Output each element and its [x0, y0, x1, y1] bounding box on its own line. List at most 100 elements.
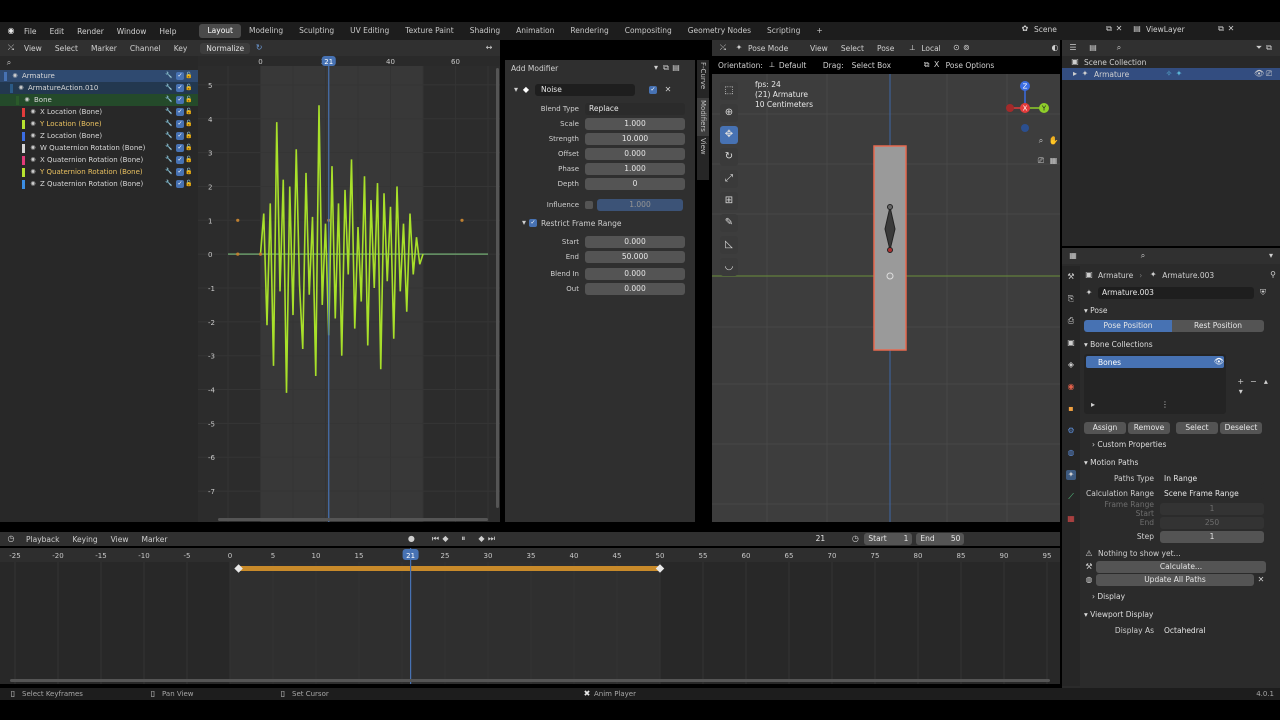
blend-type-select[interactable]: Replace	[585, 102, 685, 115]
add-collection-icon[interactable]: +	[1236, 377, 1246, 387]
expand-icon[interactable]: ▾	[511, 85, 521, 95]
eye-icon[interactable]: ◉	[28, 155, 38, 165]
pose-options-dropdown[interactable]: Pose Options	[946, 61, 995, 70]
remove-button[interactable]: Remove	[1128, 422, 1170, 434]
anim-player-icon[interactable]: ✖	[582, 689, 592, 699]
add-workspace-button[interactable]: +	[808, 24, 830, 38]
eye-icon[interactable]: ◉	[16, 83, 26, 93]
rest-position-button[interactable]: Rest Position	[1172, 320, 1264, 332]
snap-icon[interactable]: ⊙	[951, 43, 961, 53]
graph-area[interactable]: 543210-1-2-3-4-5-6-7020406021	[198, 56, 500, 522]
close-scene-icon[interactable]: ✕	[1114, 24, 1124, 34]
expand-icon[interactable]: ▸	[1070, 69, 1080, 79]
new-viewlayer-icon[interactable]: ⧉	[1216, 24, 1226, 34]
workspace-tab-compositing[interactable]: Compositing	[617, 24, 680, 38]
eye-icon[interactable]: ◉	[28, 167, 38, 177]
viewport-display-header[interactable]: ▾ Viewport Display	[1084, 608, 1278, 622]
channel-row[interactable]: ◉ Z Location (Bone) 🔧 ✓ 🔓	[0, 130, 198, 142]
pan-hand-icon[interactable]: ✋	[1049, 136, 1059, 146]
copy-modifiers-icon[interactable]: ⧉	[661, 63, 671, 73]
timeline-canvas[interactable]: -25 -20 -15 -10 -5 0 5 10 15 25 30 35 40 45 50 55 60 65 70…	[0, 548, 1060, 684]
eye-icon[interactable]: ◉	[28, 179, 38, 189]
menu-window[interactable]: Window	[117, 27, 147, 36]
workspace-tab-geometry-nodes[interactable]: Geometry Nodes	[680, 24, 759, 38]
keyframe-point[interactable]	[258, 252, 263, 256]
remove-modifier-icon[interactable]: ✕	[663, 85, 673, 95]
close-viewlayer-icon[interactable]: ✕	[1226, 24, 1236, 34]
mute-checkbox[interactable]: ✓	[176, 132, 184, 140]
drag-dropdown[interactable]: Select Box	[852, 61, 912, 70]
mute-checkbox[interactable]: ✓	[176, 144, 184, 152]
paths-type-select[interactable]: In Range	[1160, 472, 1264, 485]
channel-row[interactable]: ◉ Bone 🔧 ✓ 🔓	[0, 94, 198, 106]
move-tool[interactable]: ✥	[720, 126, 738, 144]
start-frame-field[interactable]: Start 1	[864, 533, 913, 545]
lock-icon[interactable]: 🔓	[184, 155, 194, 165]
graph-menu-key[interactable]: Key	[174, 44, 188, 53]
custom-props-header[interactable]: › Custom Properties	[1084, 438, 1278, 452]
swap-icon[interactable]: ↔	[484, 43, 494, 53]
camera-render-icon[interactable]: ⎚	[1264, 69, 1274, 79]
visibility-icon[interactable]: ◐	[1050, 43, 1060, 53]
scale-tool[interactable]: ⤢	[720, 170, 738, 188]
object-tab-icon[interactable]: ▪	[1066, 404, 1076, 414]
transform-tool[interactable]: ⊞	[720, 192, 738, 210]
bend-tool[interactable]: ◡	[720, 258, 738, 276]
deselect-button[interactable]: Deselect	[1220, 422, 1262, 434]
new-collection-icon[interactable]: ⧉	[1264, 43, 1274, 53]
modifier-prop-field[interactable]: 1.000	[585, 162, 685, 175]
view-layer-tab-icon[interactable]: ▣	[1066, 338, 1076, 348]
horizontal-scrollbar[interactable]	[218, 518, 488, 521]
menu-render[interactable]: Render	[77, 27, 104, 36]
workspace-tab-texture-paint[interactable]: Texture Paint	[397, 24, 461, 38]
datablock-icon[interactable]: ✦	[1084, 288, 1094, 298]
graph-menu-view[interactable]: View	[24, 44, 42, 53]
lock-icon[interactable]: 🔓	[184, 95, 194, 105]
mute-checkbox[interactable]: ✓	[176, 108, 184, 116]
vp-menu-pose[interactable]: Pose	[877, 44, 894, 53]
workspace-tab-sculpting[interactable]: Sculpting	[291, 24, 342, 38]
scene-tab-icon[interactable]: ◈	[1066, 360, 1076, 370]
vertical-scrollbar[interactable]	[496, 68, 499, 508]
mute-checkbox[interactable]: ✓	[176, 156, 184, 164]
graph-menu-marker[interactable]: Marker	[91, 44, 117, 53]
modifier-toggle-icon[interactable]: 🔧	[164, 107, 174, 117]
lock-icon[interactable]: 🔓	[184, 179, 194, 189]
lock-icon[interactable]: 🔓	[184, 143, 194, 153]
mute-checkbox[interactable]: ✓	[176, 168, 184, 176]
timeline-editor-icon[interactable]: ◷	[6, 534, 16, 544]
add-modifier-dropdown[interactable]: Add Modifier	[511, 64, 651, 73]
tl-menu-keying[interactable]: Keying	[72, 535, 97, 544]
tl-menu-marker[interactable]: Marker	[141, 535, 167, 544]
eye-icon[interactable]: ◉	[28, 107, 38, 117]
normalize-toggle[interactable]: Normalize	[200, 42, 251, 54]
lock-icon[interactable]: 🔓	[184, 119, 194, 129]
new-scene-icon[interactable]: ⧉	[1104, 24, 1114, 34]
keyframe-hold-bar[interactable]	[238, 566, 660, 571]
modifier-toggle-icon[interactable]: 🔧	[164, 131, 174, 141]
list-expand-icon[interactable]: ▸	[1088, 400, 1098, 410]
tl-menu-view[interactable]: View	[111, 535, 129, 544]
eye-icon[interactable]: ◉	[22, 95, 32, 105]
annotate-tool[interactable]: ✎	[720, 214, 738, 232]
scene-icon[interactable]: ✿	[1020, 24, 1030, 34]
modifier-toggle-icon[interactable]: 🔧	[164, 95, 174, 105]
editor-type-icon[interactable]: ⤯	[6, 43, 16, 53]
move-up-icon[interactable]: ▴	[1261, 377, 1271, 387]
display-mode-icon[interactable]: ▤	[1088, 43, 1098, 53]
side-tab-modifiers[interactable]: Modifiers	[697, 98, 709, 136]
constraints-tab-icon[interactable]: ▦	[1066, 514, 1076, 524]
viewport-3d[interactable]: fps: 24 (21) Armature 10 Centimeters ⬚ ⊕…	[712, 74, 1060, 522]
collapse-modifiers-icon[interactable]: ▾	[651, 63, 661, 73]
lock-icon[interactable]: 🔓	[184, 71, 194, 81]
modifiers-tab-icon[interactable]: ⚙	[1066, 426, 1076, 436]
menu-file[interactable]: File	[24, 27, 37, 36]
calculate-button[interactable]: Calculate...	[1096, 561, 1266, 573]
mute-checkbox[interactable]: ✓	[176, 72, 184, 80]
assign-button[interactable]: Assign	[1084, 422, 1126, 434]
step-field[interactable]: 1	[1160, 530, 1264, 543]
workspace-tab-shading[interactable]: Shading	[462, 24, 508, 38]
pose-position-button[interactable]: Pose Position	[1084, 320, 1172, 332]
range-field[interactable]: 50.000	[585, 250, 685, 263]
menu-edit[interactable]: Edit	[50, 27, 65, 36]
